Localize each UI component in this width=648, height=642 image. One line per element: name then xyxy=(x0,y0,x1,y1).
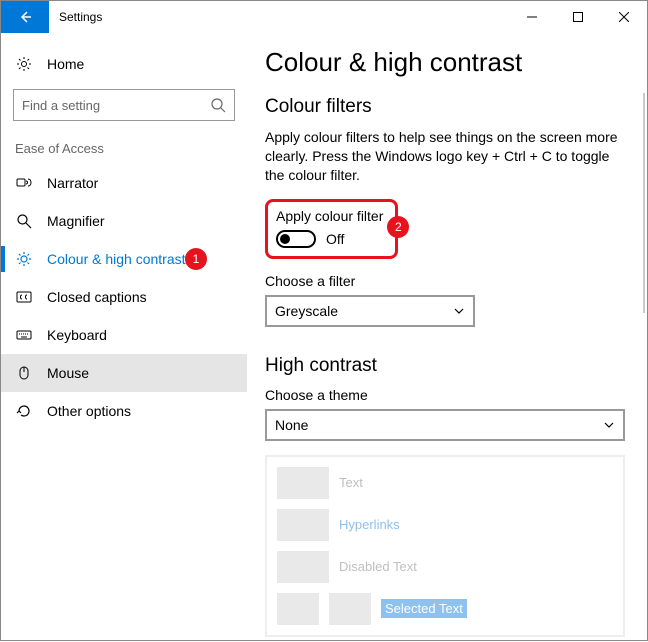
preview-row-disabled: Disabled Text xyxy=(277,551,613,583)
scrollbar[interactable] xyxy=(643,93,645,313)
annotation-badge-1: 1 xyxy=(185,248,207,270)
preview-swatch xyxy=(277,509,329,541)
annotation-badge-2: 2 xyxy=(387,216,409,238)
magnifier-icon xyxy=(15,212,33,230)
sidebar-item-label: Mouse xyxy=(47,365,89,381)
maximize-button[interactable] xyxy=(555,1,601,33)
maximize-icon xyxy=(573,12,583,22)
window-title: Settings xyxy=(49,1,102,33)
search-placeholder: Find a setting xyxy=(22,98,210,113)
sidebar-item-label: Magnifier xyxy=(47,213,105,229)
sidebar-home-label: Home xyxy=(47,56,84,72)
sidebar-item-label: Other options xyxy=(47,403,131,419)
select-value: Greyscale xyxy=(275,303,338,319)
preview-row-selected: Selected Text xyxy=(277,593,613,625)
sidebar-item-closed-captions[interactable]: Closed captions xyxy=(1,278,247,316)
choose-filter-select[interactable]: Greyscale xyxy=(265,295,475,327)
page-title: Colour & high contrast xyxy=(265,47,629,78)
preview-row-text: Text xyxy=(277,467,613,499)
sidebar-item-label: Narrator xyxy=(47,175,98,191)
preview-label-text: Text xyxy=(339,475,363,490)
back-button[interactable] xyxy=(1,1,49,33)
search-icon xyxy=(210,97,226,113)
colour-filters-description: Apply colour filters to help see things … xyxy=(265,128,625,185)
sidebar-item-label: Colour & high contrast xyxy=(47,251,186,267)
main-content: Colour & high contrast Colour filters Ap… xyxy=(247,33,647,642)
preview-swatch xyxy=(277,551,329,583)
refresh-icon xyxy=(15,402,33,420)
sidebar-item-keyboard[interactable]: Keyboard xyxy=(1,316,247,354)
chevron-down-icon xyxy=(603,419,615,431)
preview-swatch xyxy=(329,593,371,625)
section-heading-colour-filters: Colour filters xyxy=(265,96,629,118)
close-icon xyxy=(619,12,629,22)
sidebar-item-label: Closed captions xyxy=(47,289,147,305)
apply-colour-filter-label: Apply colour filter xyxy=(276,208,383,224)
choose-filter-label: Choose a filter xyxy=(265,273,629,289)
sidebar-item-label: Keyboard xyxy=(47,327,107,343)
arrow-left-icon xyxy=(17,9,33,25)
high-contrast-preview: Text Hyperlinks Disabled Text Selected T… xyxy=(265,455,625,637)
sidebar-item-mouse[interactable]: Mouse xyxy=(1,354,247,392)
sidebar-home[interactable]: Home xyxy=(1,45,247,83)
sidebar-item-other-options[interactable]: Other options xyxy=(1,392,247,430)
sidebar: Home Find a setting Ease of Access Narra… xyxy=(1,33,247,642)
sidebar-item-colour-high-contrast[interactable]: Colour & high contrast 1 xyxy=(1,240,247,278)
minimize-icon xyxy=(527,12,537,22)
preview-swatch xyxy=(277,467,329,499)
keyboard-icon xyxy=(15,326,33,344)
chevron-down-icon xyxy=(453,305,465,317)
closed-captions-icon xyxy=(15,288,33,306)
mouse-icon xyxy=(15,364,33,382)
sidebar-group-label: Ease of Access xyxy=(1,125,247,164)
minimize-button[interactable] xyxy=(509,1,555,33)
preview-row-hyperlinks: Hyperlinks xyxy=(277,509,613,541)
apply-colour-filter-toggle[interactable] xyxy=(276,230,316,248)
search-input[interactable]: Find a setting xyxy=(13,89,235,121)
preview-label-disabled: Disabled Text xyxy=(339,559,417,574)
preview-swatch xyxy=(277,593,319,625)
brightness-icon xyxy=(15,250,33,268)
preview-label-hyperlinks: Hyperlinks xyxy=(339,517,400,532)
narrator-icon xyxy=(15,174,33,192)
sidebar-item-magnifier[interactable]: Magnifier xyxy=(1,202,247,240)
preview-label-selected: Selected Text xyxy=(381,599,467,618)
toggle-state-text: Off xyxy=(326,231,344,247)
choose-theme-label: Choose a theme xyxy=(265,387,629,403)
choose-theme-select[interactable]: None xyxy=(265,409,625,441)
title-bar: Settings xyxy=(1,1,647,33)
annotation-callout-2: Apply colour filter Off 2 xyxy=(265,199,398,259)
close-button[interactable] xyxy=(601,1,647,33)
section-heading-high-contrast: High contrast xyxy=(265,355,629,377)
gear-icon xyxy=(15,55,33,73)
sidebar-item-narrator[interactable]: Narrator xyxy=(1,164,247,202)
select-value: None xyxy=(275,417,308,433)
